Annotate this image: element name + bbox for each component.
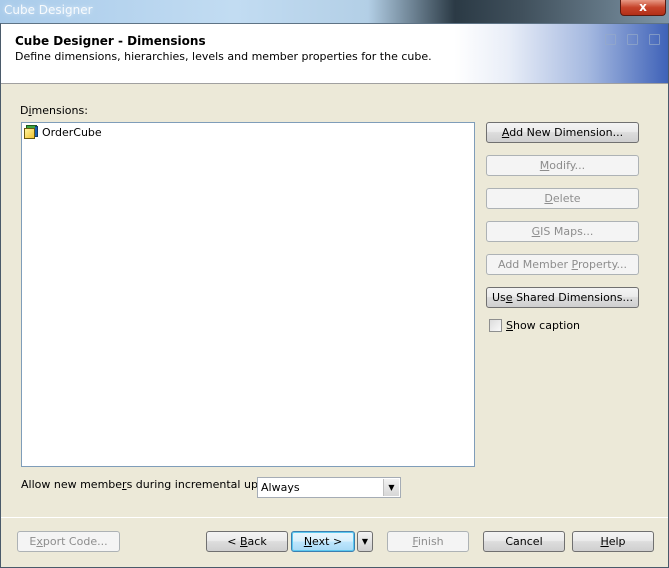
select-value: Always (261, 481, 300, 494)
dimensions-list[interactable]: OrderCube (21, 122, 475, 467)
back-button[interactable]: < Back (206, 531, 288, 552)
header-decoration-square (627, 34, 638, 45)
cube-icon (24, 125, 38, 139)
next-button[interactable]: Next > (291, 531, 355, 552)
export-code-button[interactable]: Export Code... (17, 531, 120, 552)
chevron-down-icon: ▼ (361, 537, 369, 546)
header-decoration-square (649, 34, 660, 45)
cancel-button[interactable]: Cancel (483, 531, 565, 552)
close-button[interactable]: x (620, 0, 666, 16)
help-button[interactable]: Help (572, 531, 654, 552)
add-new-dimension-button[interactable]: Add New Dimension... (486, 122, 639, 143)
window-title: Cube Designer (4, 3, 93, 17)
allow-new-members-select[interactable]: Always ▼ (257, 477, 401, 498)
wizard-header: Cube Designer - Dimensions Define dimens… (1, 24, 668, 84)
title-bar: Cube Designer x (0, 0, 669, 24)
gis-maps-button[interactable]: GIS Maps... (486, 221, 639, 242)
page-subtitle: Define dimensions, hierarchies, levels a… (15, 50, 432, 63)
next-dropdown-arrow[interactable]: ▼ (357, 531, 373, 552)
dimensions-label: Dimensions: (20, 104, 88, 117)
show-caption-label: Show caption (506, 319, 581, 332)
use-shared-dimensions-button[interactable]: Use Shared Dimensions... (486, 287, 639, 308)
delete-button[interactable]: Delete (486, 188, 639, 209)
show-caption-checkbox-row[interactable]: Show caption (489, 319, 580, 332)
page-title: Cube Designer - Dimensions (15, 34, 206, 48)
list-item[interactable]: OrderCube (23, 124, 102, 140)
add-member-property-button[interactable]: Add Member Property... (486, 254, 639, 275)
list-item-label: OrderCube (42, 125, 102, 139)
chevron-down-icon[interactable]: ▼ (383, 479, 399, 496)
header-decoration-square (605, 34, 616, 45)
close-icon: x (639, 0, 647, 14)
show-caption-checkbox[interactable] (489, 319, 502, 332)
finish-button[interactable]: Finish (387, 531, 469, 552)
modify-button[interactable]: Modify... (486, 155, 639, 176)
footer-divider (1, 517, 668, 518)
allow-new-members-label: Allow new members during incremental upd… (21, 478, 287, 491)
dialog-frame: Cube Designer - Dimensions Define dimens… (0, 23, 669, 568)
